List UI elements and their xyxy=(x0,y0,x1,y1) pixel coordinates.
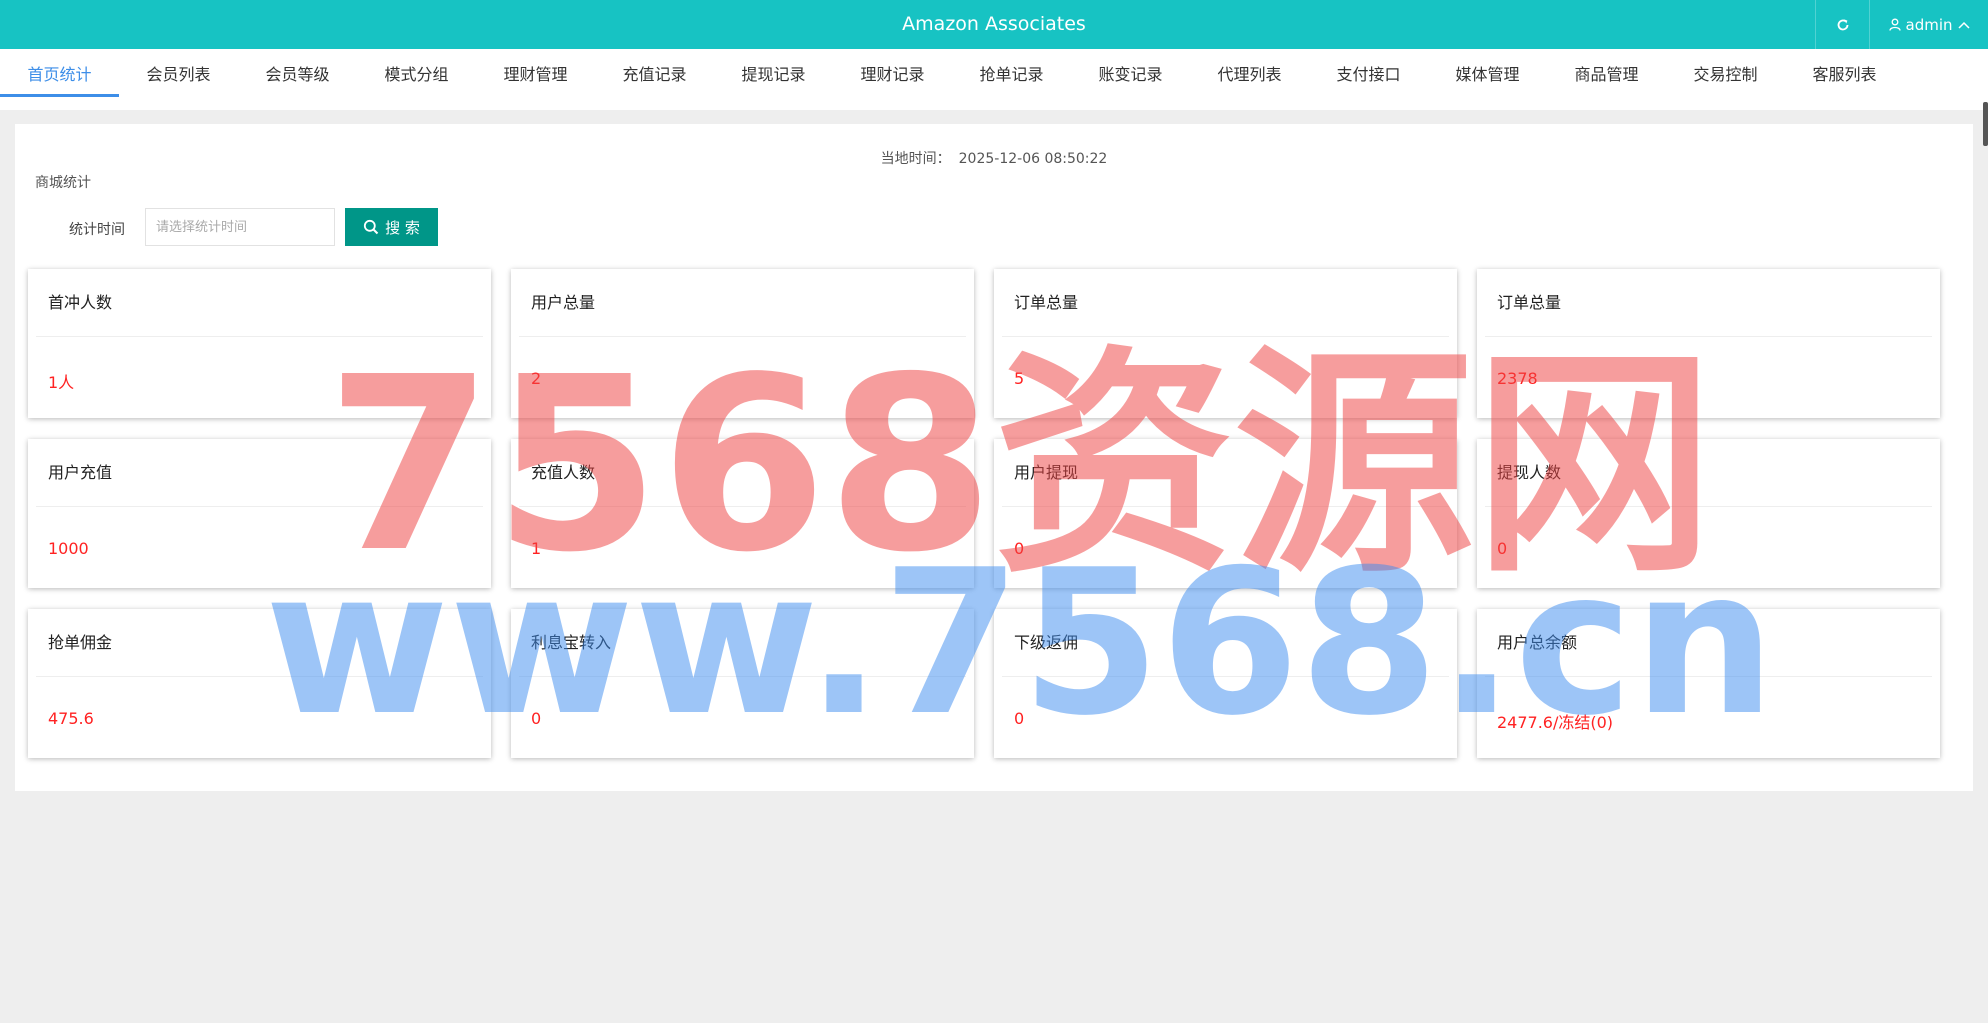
tab-member-list[interactable]: 会员列表 xyxy=(119,49,238,97)
stat-card-value: 0 xyxy=(1014,709,1025,728)
search-icon xyxy=(364,219,379,235)
card-divider xyxy=(519,336,966,337)
tab-product-management[interactable]: 商品管理 xyxy=(1547,49,1666,97)
user-menu[interactable]: admin xyxy=(1870,0,1988,49)
stat-card-value: 2 xyxy=(531,369,542,388)
search-button-label: 搜 索 xyxy=(385,218,420,237)
stat-card-value: 0 xyxy=(1014,539,1025,558)
stat-card-title: 利息宝转入 xyxy=(531,633,612,652)
stat-card-title: 抢单佣金 xyxy=(48,633,113,652)
stat-card-title: 下级返佣 xyxy=(1014,633,1079,652)
card-divider xyxy=(1485,336,1932,337)
refresh-button[interactable] xyxy=(1815,0,1870,49)
card-divider xyxy=(1002,336,1449,337)
local-time-label: 当地时间： xyxy=(880,151,951,167)
tab-trade-control[interactable]: 交易控制 xyxy=(1666,49,1785,97)
stat-card: 订单总量 5 xyxy=(994,269,1457,418)
stat-card-value: 475.6 xyxy=(48,709,94,728)
stat-card: 提现人数 0 xyxy=(1477,439,1940,588)
stat-card: 下级返佣 0 xyxy=(994,609,1457,758)
top-header: Amazon Associates admin xyxy=(0,0,1988,49)
username: admin xyxy=(1905,15,1953,34)
stat-card-value: 2378 xyxy=(1497,369,1538,388)
stat-card-title: 用户充值 xyxy=(48,463,113,482)
tab-withdrawal-records[interactable]: 提现记录 xyxy=(714,49,833,97)
chevron-up-icon xyxy=(1957,21,1970,29)
tab-media-management[interactable]: 媒体管理 xyxy=(1428,49,1547,97)
tab-finance-management[interactable]: 理财管理 xyxy=(476,49,595,97)
stat-card-title: 充值人数 xyxy=(531,463,596,482)
stat-card: 用户充值 1000 xyxy=(28,439,491,588)
refresh-icon xyxy=(1837,18,1848,30)
stat-card-value: 1000 xyxy=(48,539,89,558)
stat-card: 充值人数 1 xyxy=(511,439,974,588)
tab-member-levels[interactable]: 会员等级 xyxy=(238,49,357,97)
card-divider xyxy=(1485,676,1932,677)
stat-card-title: 用户提现 xyxy=(1014,463,1079,482)
tab-finance-records[interactable]: 理财记录 xyxy=(833,49,952,97)
stat-card-value: 0 xyxy=(531,709,542,728)
tab-recharge-records[interactable]: 充值记录 xyxy=(595,49,714,97)
card-divider xyxy=(36,336,483,337)
stat-card-title: 订单总量 xyxy=(1497,293,1562,312)
stat-card: 用户提现 0 xyxy=(994,439,1457,588)
main-nav: 首页统计 会员列表 会员等级 模式分组 理财管理 充值记录 提现记录 理财记录 … xyxy=(0,49,1988,146)
stat-card-value: 5 xyxy=(1014,369,1025,388)
stats-time-input[interactable] xyxy=(145,208,335,246)
tab-payment-interface[interactable]: 支付接口 xyxy=(1309,49,1428,97)
app-title: Amazon Associates xyxy=(902,13,1086,35)
user-icon xyxy=(1888,18,1901,31)
stat-card: 首冲人数 1人 xyxy=(28,269,491,418)
card-divider xyxy=(36,506,483,507)
stat-card-title: 用户总余额 xyxy=(1497,633,1578,652)
card-divider xyxy=(1002,676,1449,677)
tab-support-list[interactable]: 客服列表 xyxy=(1785,49,1904,97)
card-divider xyxy=(1002,506,1449,507)
local-time-value: 2025-12-06 08:50:22 xyxy=(958,151,1108,167)
stat-card-title: 首冲人数 xyxy=(48,293,113,312)
tab-account-change-records[interactable]: 账变记录 xyxy=(1071,49,1190,97)
tab-mode-groups[interactable]: 模式分组 xyxy=(357,49,476,97)
card-divider xyxy=(519,676,966,677)
nav-scrollbar[interactable] xyxy=(1983,102,1988,146)
stat-card: 抢单佣金 475.6 xyxy=(28,609,491,758)
tab-home-stats[interactable]: 首页统计 xyxy=(0,49,119,97)
local-time: 当地时间： 2025-12-06 08:50:22 xyxy=(15,148,1973,168)
stat-card: 订单总量 2378 xyxy=(1477,269,1940,418)
stat-card-title: 订单总量 xyxy=(1014,293,1079,312)
stat-card-value: 0 xyxy=(1497,539,1508,558)
stat-card-title: 用户总量 xyxy=(531,293,596,312)
card-divider xyxy=(36,676,483,677)
stat-card-value: 1 xyxy=(531,539,542,558)
card-divider xyxy=(519,506,966,507)
stat-card-value: 2477.6/冻结(0) xyxy=(1497,713,1614,732)
stat-card: 利息宝转入 0 xyxy=(511,609,974,758)
stat-card-value: 1人 xyxy=(48,373,75,392)
search-button[interactable]: 搜 索 xyxy=(345,208,438,246)
stat-card: 用户总量 2 xyxy=(511,269,974,418)
stat-card: 用户总余额 2477.6/冻结(0) xyxy=(1477,609,1940,758)
stat-card-title: 提现人数 xyxy=(1497,463,1562,482)
search-time-label: 统计时间 xyxy=(69,222,125,238)
tab-agent-list[interactable]: 代理列表 xyxy=(1190,49,1309,97)
card-divider xyxy=(1485,506,1932,507)
stats-panel: 当地时间： 2025-12-06 08:50:22 商城统计 统计时间 搜 索 首… xyxy=(15,124,1973,791)
section-title: 商城统计 xyxy=(35,175,91,191)
tab-grab-order-records[interactable]: 抢单记录 xyxy=(952,49,1071,97)
